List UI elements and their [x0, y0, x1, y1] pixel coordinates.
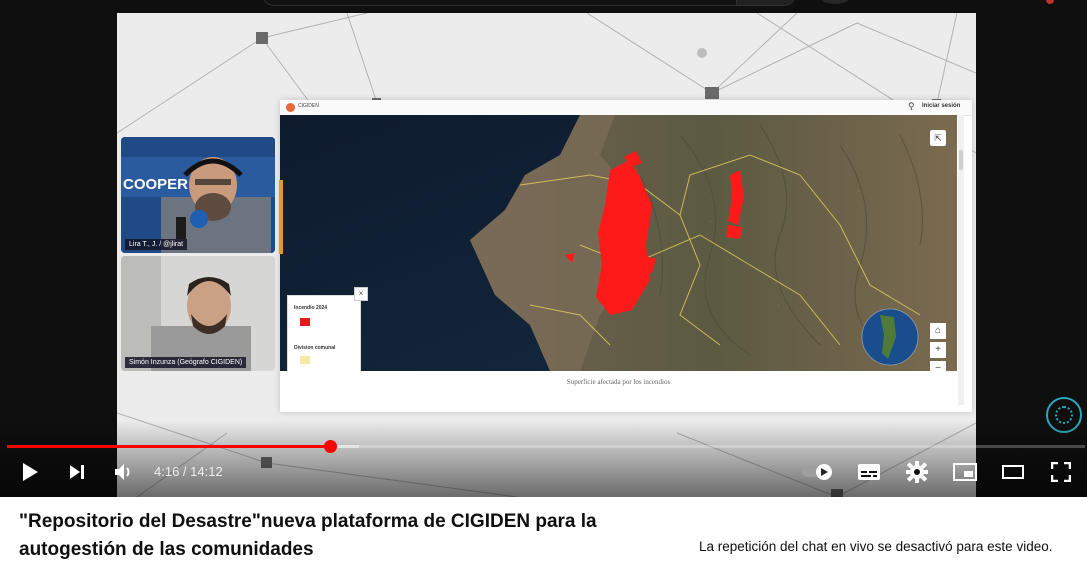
map-terrain: · · · · · ·	[280, 115, 957, 371]
map-legend: × Incendio 2024 Division comunal	[287, 287, 368, 371]
web-scrollbar	[958, 115, 964, 405]
webcam-host: COOPER Lira T., J. / @jlirat	[121, 137, 275, 253]
map-fullscreen-icon: ⇱	[930, 130, 946, 146]
theater-mode-button[interactable]	[999, 458, 1027, 486]
subtitles-icon	[858, 464, 880, 480]
zoom-in-icon: +	[930, 342, 946, 358]
map-caption: Superficie afectada por los incendios	[566, 378, 671, 386]
miniplayer-icon	[953, 463, 977, 481]
svg-text:·: ·	[596, 151, 597, 156]
svg-text:·: ·	[778, 303, 779, 308]
settings-button[interactable]	[903, 458, 931, 486]
cigiden-logo-icon	[286, 103, 295, 112]
progress-played	[7, 445, 331, 448]
web-brand: CIGIDEN	[298, 103, 319, 109]
guest-name-tag: Simón Inzunza (Geógrafo CIGIDEN)	[125, 357, 247, 368]
notification-dot	[1046, 0, 1054, 4]
legend-fire-swatch	[300, 318, 310, 326]
fullscreen-button[interactable]	[1047, 458, 1075, 486]
webcam-guest: Simón Inzunza (Geógrafo CIGIDEN)	[121, 256, 275, 371]
legend-close-icon: ×	[354, 287, 368, 301]
play-button[interactable]	[16, 458, 44, 486]
search-box-edge	[262, 0, 796, 6]
settings-gear-icon	[906, 461, 928, 483]
host-name-tag: Lira T., J. / @jlirat	[125, 239, 188, 250]
video-title: "Repositorio del Desastre"nueva platafor…	[19, 511, 597, 560]
time-display: 4:16 / 14:12	[154, 464, 223, 479]
svg-text:·: ·	[570, 259, 571, 264]
video-player[interactable]: CIGIDEN ⚲ Iniciar sesión · · · · · · ⇱ ×…	[0, 0, 1087, 497]
next-button[interactable]	[63, 458, 91, 486]
progress-bar[interactable]	[7, 440, 1085, 453]
web-app-header: CIGIDEN ⚲ Iniciar sesión	[280, 100, 972, 116]
svg-text:·: ·	[735, 151, 736, 156]
guest-video-image	[121, 256, 275, 371]
web-login-link: Iniciar sesión	[922, 103, 961, 109]
home-icon: ⌂	[930, 323, 946, 339]
legend-fire-label: Incendio 2024	[294, 305, 328, 311]
volume-button[interactable]	[110, 458, 138, 486]
mic-button-edge	[818, 0, 852, 4]
map-zoom-controls: ⌂ + −	[930, 323, 946, 371]
web-app-window: CIGIDEN ⚲ Iniciar sesión · · · · · · ⇱ ×…	[280, 100, 972, 412]
autoplay-toggle[interactable]	[800, 458, 836, 486]
theater-mode-icon	[1002, 465, 1024, 479]
next-icon	[70, 465, 84, 479]
cam-accent-bar	[279, 180, 283, 254]
chat-replay-disabled-notice: La repetición del chat en vivo se desact…	[699, 539, 1053, 554]
svg-text:·: ·	[710, 219, 711, 224]
svg-text:·: ·	[858, 189, 859, 194]
zoom-out-icon: −	[930, 361, 946, 371]
play-icon	[23, 463, 38, 481]
autoplay-toggle-icon	[802, 464, 832, 480]
miniplayer-button[interactable]	[951, 458, 979, 486]
subtitles-button[interactable]	[855, 458, 883, 486]
host-video-image: COOPER	[121, 137, 275, 253]
studio-sign-text: COOPER	[123, 176, 188, 193]
legend-division-swatch	[300, 356, 310, 364]
volume-icon	[115, 464, 130, 480]
masthead-strip	[0, 0, 1087, 13]
search-icon: ⚲	[908, 101, 915, 111]
fullscreen-icon	[1051, 462, 1071, 482]
satellite-map: · · · · · · ⇱ × Incendio 2024 Division c…	[280, 115, 957, 371]
web-scrollbar-thumb	[959, 150, 963, 170]
legend-division-label: Division comunal	[294, 345, 336, 351]
search-button-edge	[736, 0, 795, 5]
